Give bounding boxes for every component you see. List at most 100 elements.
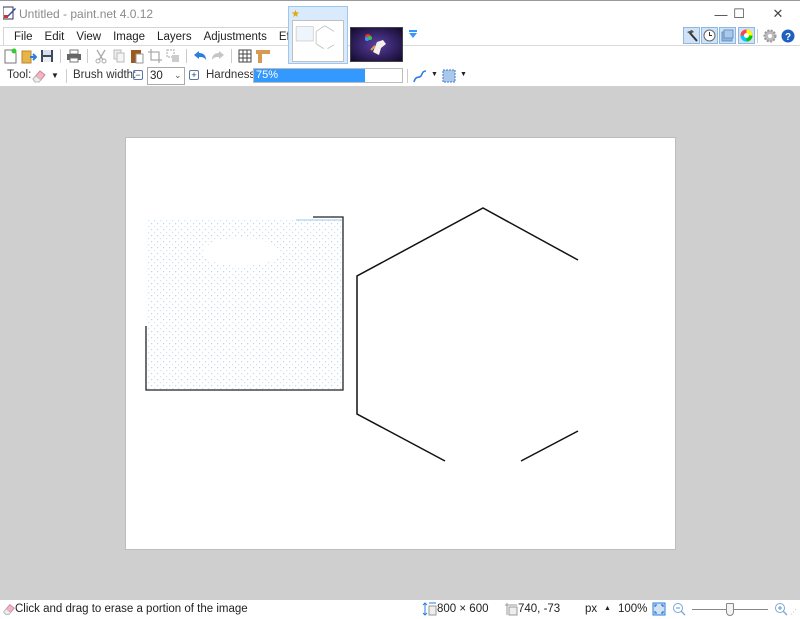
paintnet-app-icon [3, 6, 16, 20]
copy-button[interactable] [111, 48, 127, 64]
help-button[interactable]: ? [781, 29, 795, 43]
crop-icon [148, 49, 162, 63]
save-button[interactable] [39, 48, 55, 64]
tools-window-button[interactable] [683, 27, 700, 44]
deselect-button[interactable] [165, 48, 181, 64]
ruler-icon [256, 50, 270, 63]
hexagon-shape [356, 207, 579, 462]
brush-width-value: 30 [150, 70, 163, 82]
image-thumbnail-untitled [292, 20, 344, 62]
color-wheel-icon [740, 29, 753, 42]
resize-grip[interactable]: ⋰ [790, 608, 797, 616]
history-window-button[interactable] [701, 27, 718, 44]
tool-label: Tool: [7, 69, 32, 81]
settings-button[interactable] [763, 29, 777, 43]
save-icon [41, 50, 53, 62]
blend-mode-selector[interactable]: ▼ [441, 67, 469, 85]
toolbar-separator [66, 69, 67, 83]
toolbar-separator [87, 49, 88, 63]
rulers-toggle-button[interactable] [255, 48, 271, 64]
open-icon [21, 50, 38, 64]
layers-window-button[interactable] [719, 27, 736, 44]
image-size: 800 × 600 [437, 603, 489, 615]
redo-button[interactable] [210, 48, 226, 64]
zoom-slider-thumb[interactable] [726, 603, 734, 616]
chevron-down-icon [409, 30, 417, 38]
gear-icon [763, 29, 777, 43]
units-selector[interactable]: px [585, 603, 597, 615]
chevron-down-icon: ▼ [431, 71, 438, 78]
open-button[interactable] [21, 48, 38, 64]
grid-icon [238, 49, 252, 63]
cut-icon [95, 49, 107, 64]
zoom-level[interactable]: 100% [618, 603, 647, 615]
image-thumbnail-unicorn [351, 28, 402, 61]
toolbar-separator [231, 49, 232, 63]
help-icon: ? [781, 29, 795, 43]
image-tab-unicorn[interactable] [350, 27, 403, 62]
hammer-icon [687, 30, 698, 42]
zoom-in-button[interactable] [774, 602, 788, 616]
menu-file[interactable]: File [8, 28, 39, 45]
brush-width-label: Brush width: [73, 69, 137, 81]
title-bar: Untitled - paint.net 4.0.12 — ☐ ✕ [0, 0, 800, 26]
image-canvas[interactable] [126, 138, 675, 549]
redo-icon [212, 51, 224, 60]
brush-width-combobox[interactable]: 30 ⌄ [147, 67, 185, 85]
menu-adjustments[interactable]: Adjustments [198, 28, 273, 45]
image-size-icon [423, 602, 437, 616]
increase-brush-width-button[interactable]: + [189, 70, 199, 80]
antialiasing-selector[interactable]: ▼ [412, 67, 440, 85]
hardness-label: Hardness: [206, 69, 259, 81]
cut-button[interactable] [93, 48, 109, 64]
paste-button[interactable] [129, 48, 145, 64]
menu-view[interactable]: View [70, 28, 107, 45]
new-icon [4, 48, 17, 64]
paste-icon [131, 50, 144, 64]
image-list-dropdown[interactable] [408, 29, 418, 39]
tool-options-bar: Tool: ▼ Brush width: − 30 ⌄ + Hardness: … [0, 66, 800, 87]
image-tab-untitled[interactable]: ★ [288, 6, 348, 64]
maximize-button[interactable]: ☐ [721, 1, 757, 27]
main-toolbar [3, 46, 271, 66]
crop-button[interactable] [147, 48, 163, 64]
cursor-position: 740, -73 [518, 603, 561, 615]
eraser-icon [32, 70, 46, 83]
toolbar-separator [186, 49, 187, 63]
eraser-icon [3, 604, 15, 615]
undo-icon [194, 51, 206, 60]
star-icon: ★ [291, 9, 300, 20]
print-icon [67, 49, 81, 63]
chevron-down-icon: ⌄ [174, 70, 182, 80]
menu-bar: File Edit View Image Layers Adjustments … [3, 27, 320, 45]
close-icon: ✕ [772, 6, 784, 21]
cursor-position-icon [505, 603, 518, 616]
zoom-out-button[interactable] [672, 602, 686, 616]
chevron-down-icon: ▼ [460, 71, 467, 78]
toolbar-separator [757, 29, 758, 43]
hardness-slider[interactable]: 75% [253, 68, 403, 83]
toolbar-separator [60, 49, 61, 63]
clock-icon [703, 29, 716, 42]
menu-layers[interactable]: Layers [151, 28, 198, 45]
status-bar: Click and drag to erase a portion of the… [0, 599, 800, 619]
window-title: Untitled - paint.net 4.0.12 [19, 7, 154, 21]
zoom-to-window-button[interactable] [652, 602, 666, 616]
undo-button[interactable] [192, 48, 208, 64]
canvas-drawing [145, 207, 579, 462]
menu-edit[interactable]: Edit [39, 28, 71, 45]
menu-image[interactable]: Image [107, 28, 151, 45]
close-button[interactable]: ✕ [760, 1, 796, 27]
grid-toggle-button[interactable] [237, 48, 253, 64]
erased-rectangle-area [145, 216, 344, 391]
hardness-value: 75% [256, 69, 279, 81]
units-dropdown-icon[interactable]: ▲ [604, 605, 611, 612]
print-button[interactable] [66, 48, 82, 64]
colors-window-button[interactable] [738, 27, 755, 44]
blend-mode-icon [442, 69, 456, 83]
svg-text:?: ? [785, 32, 791, 43]
new-image-button[interactable] [3, 48, 19, 64]
tool-selector[interactable]: ▼ [31, 67, 59, 85]
maximize-icon: ☐ [733, 6, 745, 21]
decrease-brush-width-button[interactable]: − [133, 70, 143, 80]
